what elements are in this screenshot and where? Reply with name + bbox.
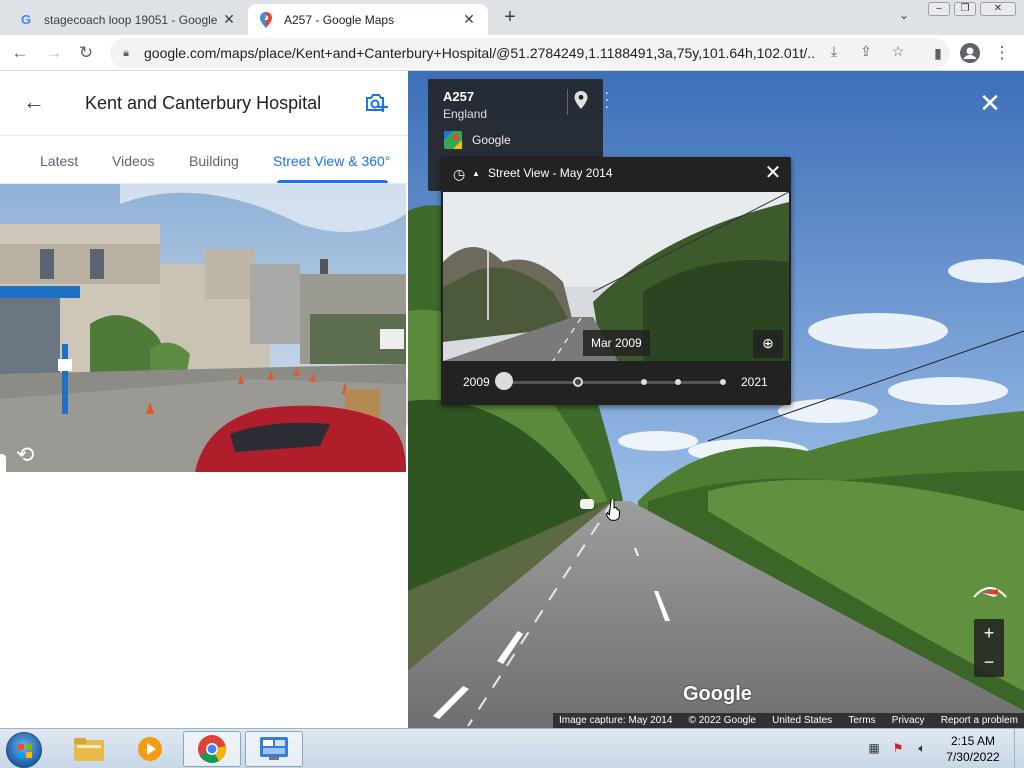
browser-tab-strip: G stagecoach loop 19051 - Google ✕ A257 … bbox=[0, 0, 1024, 35]
forward-arrow-icon[interactable]: → bbox=[42, 41, 66, 65]
location-subtitle: England bbox=[443, 107, 488, 121]
tab-search-chevron-icon[interactable]: ⌄ bbox=[894, 8, 914, 28]
zoom-in-button[interactable]: + bbox=[974, 619, 1004, 648]
tab-latest[interactable]: Latest bbox=[40, 153, 78, 169]
region-link[interactable]: United States bbox=[772, 715, 832, 726]
tab-title: stagecoach loop 19051 - Google bbox=[44, 12, 218, 27]
profile-avatar-icon[interactable] bbox=[958, 41, 982, 65]
zoom-preview-icon[interactable]: ⊕ bbox=[753, 330, 783, 358]
terms-link[interactable]: Terms bbox=[848, 715, 875, 726]
start-button[interactable] bbox=[6, 732, 42, 768]
location-title: A257 bbox=[443, 89, 475, 104]
time-travel-panel: ◷ ▲ Street View - May 2014 ✕ Mar 2009 ⊕ … bbox=[441, 157, 791, 405]
street-view-canvas[interactable]: ✕ A257 England · · · Google ◷ ▲ Street Vie… bbox=[408, 71, 1024, 728]
reload-icon[interactable]: ↻ bbox=[74, 41, 98, 65]
back-arrow-icon[interactable]: ← bbox=[8, 41, 32, 65]
system-clock[interactable]: 2:15 AM 7/30/2022 bbox=[940, 733, 1006, 765]
bookmark-star-icon[interactable]: ☆ bbox=[888, 41, 908, 61]
active-tab-indicator bbox=[277, 180, 388, 183]
tab-street-view[interactable]: Street View & 360° bbox=[273, 153, 390, 169]
timeline-stop[interactable] bbox=[641, 379, 647, 385]
privacy-link[interactable]: Privacy bbox=[892, 715, 925, 726]
page-title: Kent and Canterbury Hospital bbox=[85, 93, 322, 113]
photo-category-tabs: Latest Videos Building Street View & 360… bbox=[0, 135, 408, 184]
preview-date-label: Mar 2009 bbox=[583, 330, 650, 356]
share-icon[interactable]: ⇪ bbox=[856, 41, 876, 61]
browser-toolbar: ← → ↻ 🔒︎ google.com/maps/place/Kent+and+… bbox=[0, 35, 1024, 71]
browser-tab-maps[interactable]: A257 - Google Maps ✕ bbox=[248, 4, 488, 35]
divider bbox=[567, 89, 568, 115]
tab-close-icon[interactable]: ✕ bbox=[220, 11, 238, 28]
minimize-button[interactable]: – bbox=[928, 2, 950, 16]
carousel-edge bbox=[0, 454, 6, 472]
timeline-stop-selected[interactable] bbox=[573, 377, 583, 387]
place-header: ← Kent and Canterbury Hospital bbox=[0, 71, 408, 135]
clock-date: 7/30/2022 bbox=[946, 750, 1000, 764]
rotate-360-icon[interactable]: ⟲ bbox=[16, 442, 34, 468]
folder-icon bbox=[74, 738, 104, 761]
history-clock-icon[interactable]: ◷ bbox=[453, 166, 465, 183]
image-capture-date: Image capture: May 2014 bbox=[559, 715, 673, 726]
back-button[interactable]: ← bbox=[20, 89, 48, 117]
map-pin-icon[interactable] bbox=[574, 91, 590, 111]
media-player-icon bbox=[138, 737, 162, 761]
url-text[interactable]: google.com/maps/place/Kent+and+Canterbur… bbox=[144, 45, 814, 61]
time-travel-title: Street View - May 2014 bbox=[488, 166, 613, 180]
show-desktop-button[interactable] bbox=[1014, 729, 1024, 768]
timeline-track[interactable] bbox=[503, 381, 725, 384]
close-time-travel-icon[interactable]: ✕ bbox=[763, 162, 783, 184]
street-view-photo-thumbnail[interactable]: ⟲ bbox=[0, 184, 406, 472]
historical-preview-image[interactable]: Mar 2009 ⊕ bbox=[443, 192, 789, 361]
timeline-stop[interactable] bbox=[720, 379, 726, 385]
control-panel-taskbar-button[interactable] bbox=[245, 731, 303, 767]
media-player-taskbar-button[interactable] bbox=[121, 731, 179, 767]
google-watermark: Google bbox=[683, 683, 752, 705]
timeline-start-year: 2009 bbox=[463, 375, 490, 389]
side-panel-icon[interactable]: ▮ bbox=[926, 41, 950, 65]
restore-button[interactable]: ❐ bbox=[954, 2, 976, 16]
tab-title: A257 - Google Maps bbox=[284, 12, 395, 27]
timeline-slider-handle[interactable] bbox=[495, 372, 513, 390]
action-center-warning-icon[interactable]: ⚑ bbox=[890, 741, 906, 757]
clock-time: 2:15 AM bbox=[950, 734, 996, 748]
chrome-taskbar-button[interactable] bbox=[183, 731, 241, 767]
install-app-icon[interactable]: ⤓ bbox=[824, 41, 844, 61]
tab-building[interactable]: Building bbox=[189, 153, 239, 169]
report-problem-link[interactable]: Report a problem bbox=[941, 715, 1018, 726]
hand-cursor-icon bbox=[605, 498, 620, 521]
windows-taskbar: ▦ ⚑ 🔈︎ 2:15 AM 7/30/2022 bbox=[0, 728, 1024, 768]
close-window-button[interactable]: ✕ bbox=[980, 2, 1016, 16]
compass-icon[interactable] bbox=[970, 579, 1010, 603]
add-photo-icon[interactable] bbox=[364, 91, 389, 115]
copyright: © 2022 Google bbox=[688, 715, 756, 726]
explorer-taskbar-button[interactable] bbox=[60, 731, 118, 767]
browser-tab-search[interactable]: G stagecoach loop 19051 - Google ✕ bbox=[8, 4, 248, 35]
more-options-icon[interactable]: · · · bbox=[602, 85, 612, 113]
chrome-icon bbox=[198, 735, 227, 763]
timeline-end-year: 2021 bbox=[741, 375, 768, 389]
browser-menu-icon[interactable]: ⋮ bbox=[990, 41, 1014, 65]
lock-icon: 🔒︎ bbox=[123, 46, 129, 59]
new-tab-button[interactable]: + bbox=[498, 6, 522, 30]
zoom-out-button[interactable]: − bbox=[974, 648, 1004, 677]
timeline-stop[interactable] bbox=[675, 379, 681, 385]
map-footer: Image capture: May 2014 © 2022 Google Un… bbox=[553, 713, 1024, 728]
zoom-control: + − bbox=[974, 619, 1004, 677]
google-icon: G bbox=[20, 12, 32, 27]
maps-icon bbox=[258, 11, 274, 28]
provider-label: Google bbox=[472, 133, 511, 147]
caret-up-icon[interactable]: ▲ bbox=[472, 169, 480, 178]
tab-videos[interactable]: Videos bbox=[112, 153, 155, 169]
google-maps-logo-icon bbox=[444, 131, 462, 149]
place-panel: ← Kent and Canterbury Hospital Latest Vi… bbox=[0, 71, 408, 728]
network-icon[interactable]: ▦ bbox=[866, 741, 882, 757]
tab-close-icon[interactable]: ✕ bbox=[460, 11, 478, 28]
control-panel-icon bbox=[260, 737, 288, 760]
close-street-view-icon[interactable]: ✕ bbox=[978, 90, 1002, 116]
volume-icon[interactable]: 🔈︎ bbox=[914, 741, 930, 757]
